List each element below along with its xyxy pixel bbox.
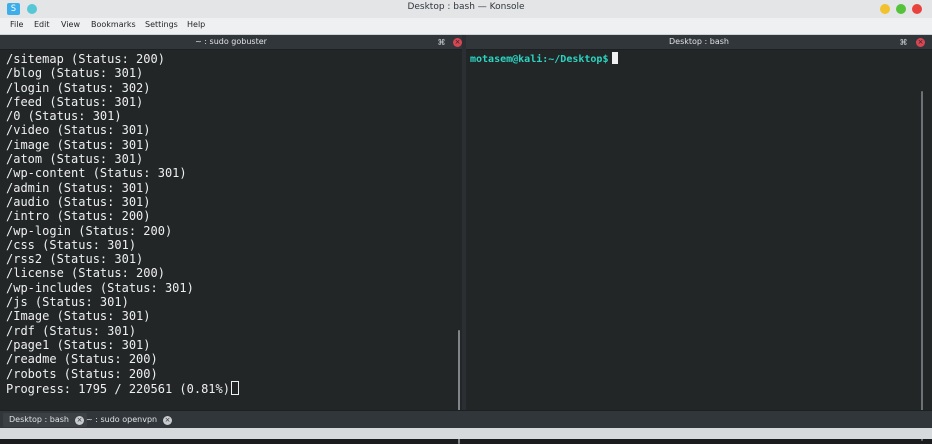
right-scrollbar-handle[interactable] <box>921 91 923 441</box>
output-line: /js (Status: 301) <box>6 295 129 310</box>
tab-label: ~ : sudo openvpn <box>86 415 158 424</box>
output-line: /blog (Status: 301) <box>6 66 144 81</box>
progress-text: Progress: 1795 / 220561 (0.81%) <box>6 381 230 396</box>
output-line: /sitemap (Status: 200) <box>6 52 165 66</box>
terminal-input[interactable]: motasem@kali:~/Desktop$ <box>470 52 920 408</box>
maximize-button[interactable] <box>896 4 906 14</box>
right-pane-header: Desktop : bash ⌘ × <box>466 35 932 50</box>
split-view-icon[interactable]: ⌘ <box>437 38 446 47</box>
text-cursor <box>612 52 619 64</box>
menu-settings[interactable]: Settings <box>145 20 178 29</box>
minimize-button[interactable] <box>880 4 890 14</box>
menu-file[interactable]: File <box>10 20 23 29</box>
shell-prompt: motasem@kali:~/Desktop$ <box>470 54 609 65</box>
output-line: /rss2 (Status: 301) <box>6 252 144 267</box>
output-line: /rdf (Status: 301) <box>6 323 137 338</box>
output-line: /page1 (Status: 301) <box>6 337 151 352</box>
output-line: /wp-login (Status: 200) <box>6 223 173 238</box>
output-line: /wp-content (Status: 301) <box>6 166 187 181</box>
output-line: /Image (Status: 301) <box>6 309 151 324</box>
tab-desktop-bash[interactable]: Desktop : bash × <box>3 413 87 427</box>
tab-label: Desktop : bash <box>9 415 69 424</box>
window-title: Desktop : bash — Konsole <box>407 2 525 12</box>
konsole-window: S Desktop : bash — Konsole File Edit Vie… <box>0 0 932 444</box>
tab-sudo-openvpn[interactable]: ~ : sudo openvpn × <box>80 413 175 427</box>
output-line: /wp-includes (Status: 301) <box>6 280 194 295</box>
close-tab-icon[interactable]: × <box>163 416 173 425</box>
left-pane-title: ~ : sudo gobuster <box>195 37 267 46</box>
menu-edit[interactable]: Edit <box>34 20 50 29</box>
right-terminal-pane[interactable]: Desktop : bash ⌘ × motasem@kali:~/Deskto… <box>466 35 932 441</box>
right-pane-title: Desktop : bash <box>669 37 729 46</box>
menu-help[interactable]: Help <box>187 20 205 29</box>
terminal-output[interactable]: /sitemap (Status: 200)/blog (Status: 301… <box>6 52 450 408</box>
output-line: /login (Status: 302) <box>6 80 151 95</box>
output-line: /image (Status: 301) <box>6 137 151 152</box>
menu-view[interactable]: View <box>61 20 80 29</box>
output-line: /feed (Status: 301) <box>6 94 144 109</box>
split-view-icon[interactable]: ⌘ <box>899 38 908 47</box>
close-window-button[interactable] <box>912 4 922 14</box>
left-pane-header: ~ : sudo gobuster ⌘ × <box>0 35 462 50</box>
output-line: /robots (Status: 200) <box>6 366 158 381</box>
output-line: /0 (Status: 301) <box>6 109 122 124</box>
output-line: /audio (Status: 301) <box>6 194 151 209</box>
close-pane-button[interactable]: × <box>453 38 462 47</box>
text-cursor <box>230 380 239 395</box>
output-line: /intro (Status: 200) <box>6 209 151 224</box>
output-line: /license (Status: 200) <box>6 266 165 281</box>
menu-bookmarks[interactable]: Bookmarks <box>91 20 136 29</box>
output-line: /atom (Status: 301) <box>6 152 144 167</box>
output-line: /css (Status: 301) <box>6 237 137 252</box>
output-line: /admin (Status: 301) <box>6 180 151 195</box>
tab-bar: Desktop : bash × ~ : sudo openvpn × <box>0 410 932 429</box>
menu-bar: File Edit View Bookmarks Settings Help <box>0 18 932 35</box>
desktop-strip <box>0 428 932 439</box>
output-line: /readme (Status: 200) <box>6 352 158 367</box>
close-pane-button[interactable]: × <box>916 38 925 47</box>
left-terminal-pane[interactable]: ~ : sudo gobuster ⌘ × /sitemap (Status: … <box>0 35 462 444</box>
progress-line: Progress: 1795 / 220561 (0.81%) <box>6 380 450 396</box>
output-line: /video (Status: 301) <box>6 123 151 138</box>
title-bar[interactable]: S Desktop : bash — Konsole <box>0 0 932 19</box>
